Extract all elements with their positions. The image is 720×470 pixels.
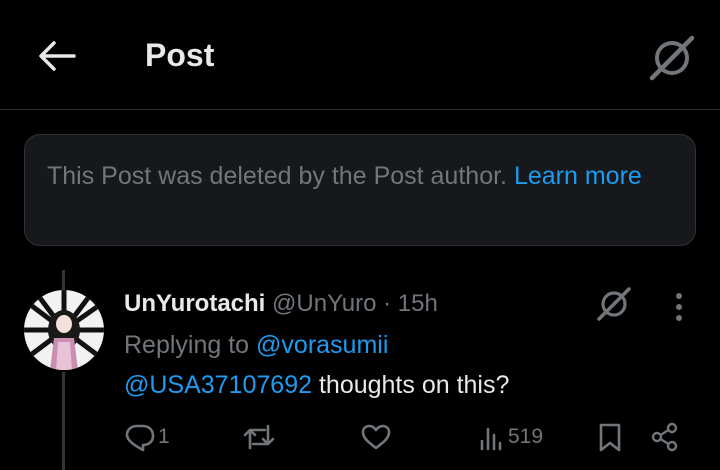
display-name[interactable]: UnYurotachi <box>124 290 265 317</box>
timestamp[interactable]: 15h <box>398 290 438 317</box>
repost-button[interactable] <box>242 420 276 454</box>
reply-icon <box>125 424 155 452</box>
share-icon <box>651 422 678 452</box>
bookmark-button[interactable] <box>596 420 624 454</box>
tweet-body: thoughts on this? <box>318 371 510 399</box>
separator-dot: · <box>383 290 392 317</box>
text-mention[interactable]: @USA37107692 <box>124 371 312 399</box>
grok-icon <box>597 287 631 321</box>
page-title: Post <box>145 37 215 73</box>
arrow-left-icon <box>39 41 76 71</box>
share-button[interactable] <box>650 420 680 454</box>
more-options-button[interactable] <box>664 290 694 324</box>
tweet-text: @USA37107692 thoughts on this? <box>124 370 509 400</box>
view-count: 519 <box>508 425 544 448</box>
bookmark-icon <box>599 423 621 452</box>
deleted-notice-text: This Post was deleted by the Post author… <box>47 162 507 190</box>
heart-icon <box>361 424 391 450</box>
reply-button[interactable]: 1 <box>124 420 170 454</box>
user-handle[interactable]: @UnYuro <box>272 290 376 317</box>
grok-icon <box>649 35 695 81</box>
repost-icon <box>243 424 275 450</box>
replying-mention[interactable]: @vorasumii <box>256 331 388 359</box>
tweet-actions: 1 519 <box>0 420 720 454</box>
tweet-header: UnYurotachi @UnYuro · 15h <box>124 289 438 319</box>
back-button[interactable] <box>34 34 78 78</box>
deleted-post-notice: This Post was deleted by the Post author… <box>24 134 696 246</box>
replying-to: Replying to @vorasumii <box>124 330 388 360</box>
replying-prefix: Replying to <box>124 331 250 359</box>
reply-count: 1 <box>158 425 170 448</box>
avatar[interactable] <box>24 290 104 370</box>
top-bar: Post <box>0 0 720 110</box>
grok-explain-button[interactable] <box>594 284 634 324</box>
thread-connector <box>62 270 65 290</box>
learn-more-link[interactable]: Learn more <box>514 162 642 190</box>
grok-button[interactable] <box>646 32 698 84</box>
views-button[interactable]: 519 <box>478 420 543 454</box>
like-button[interactable] <box>360 420 392 454</box>
analytics-icon <box>480 427 502 451</box>
more-vertical-icon <box>676 293 682 321</box>
